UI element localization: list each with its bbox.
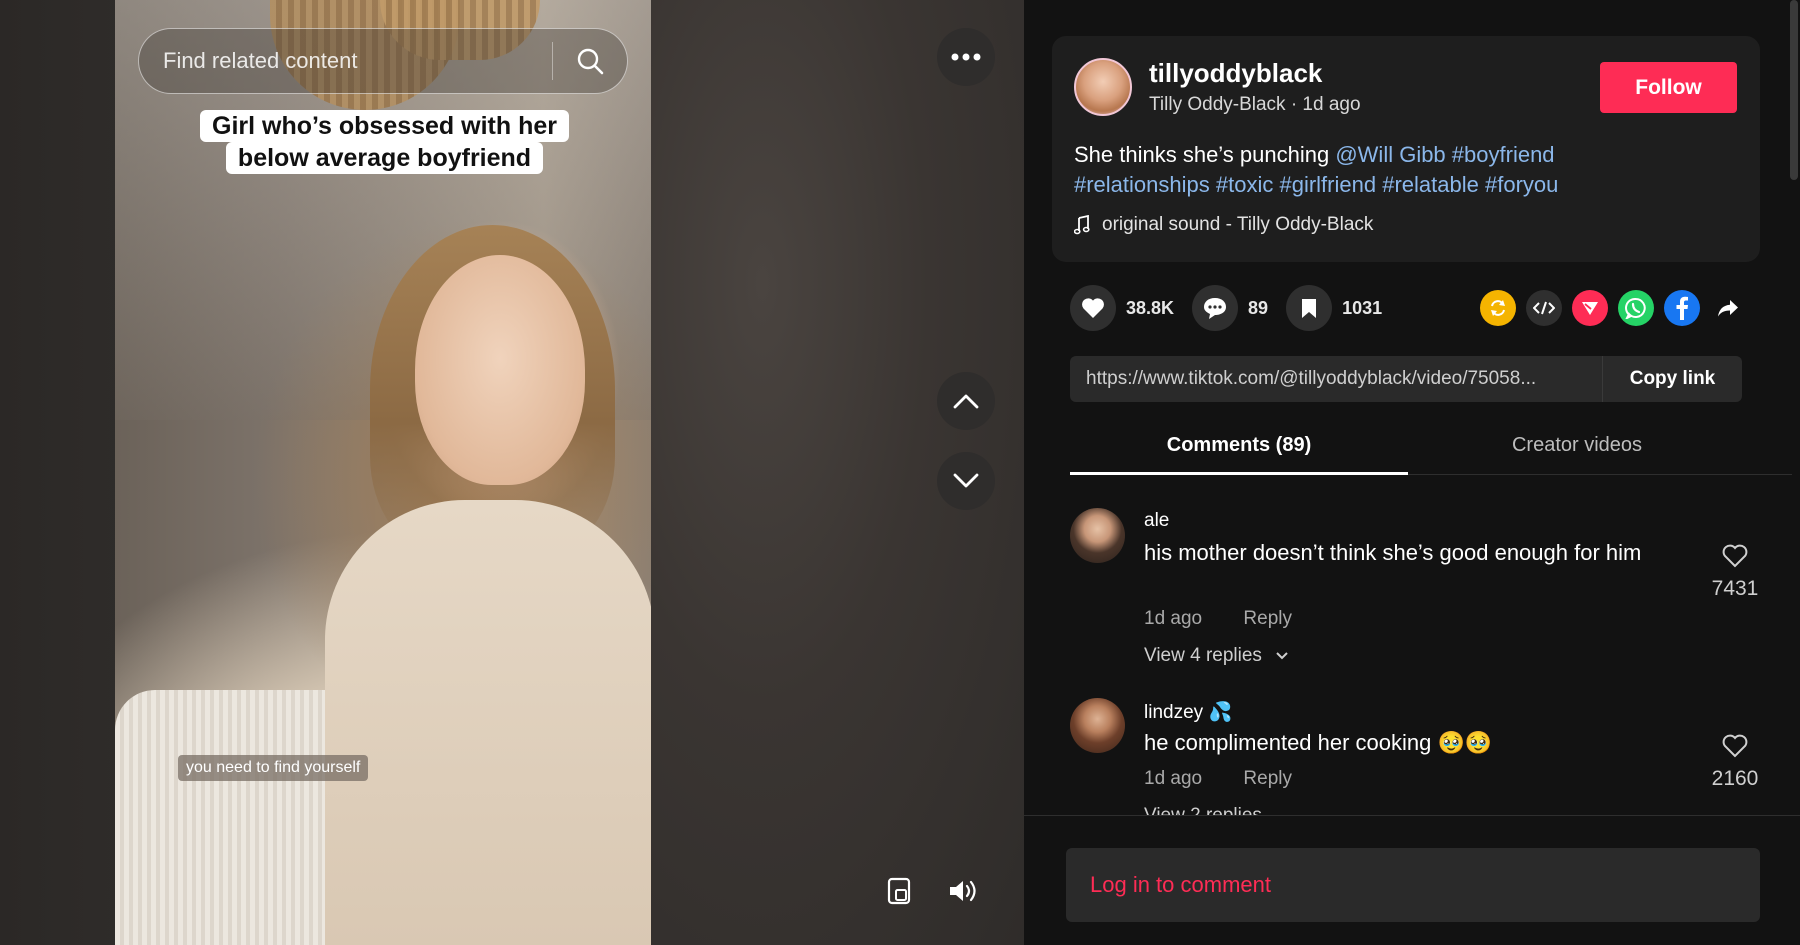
video-caption: Girl who’s obsessed with her below avera… bbox=[197, 110, 572, 174]
avatar[interactable] bbox=[1070, 698, 1125, 753]
share-link-row: https://www.tiktok.com/@tillyoddyblack/v… bbox=[1070, 356, 1742, 402]
send-to-friends-button[interactable] bbox=[1572, 290, 1608, 326]
copy-link-button[interactable]: Copy link bbox=[1602, 356, 1742, 402]
heart-icon bbox=[1082, 298, 1104, 318]
comment-time: 1d ago bbox=[1144, 608, 1203, 629]
view-replies-label: View 2 replies bbox=[1144, 805, 1262, 815]
comment-like-button[interactable]: 7431 bbox=[1706, 544, 1764, 601]
embed-icon bbox=[1533, 301, 1555, 315]
comment-count: 89 bbox=[1248, 297, 1269, 318]
share-link-text[interactable]: https://www.tiktok.com/@tillyoddyblack/v… bbox=[1070, 368, 1602, 390]
embed-button[interactable] bbox=[1526, 290, 1562, 326]
comment-item: ale his mother doesn’t think she’s good … bbox=[1070, 508, 1760, 678]
tab-comments[interactable]: Comments (89) bbox=[1070, 420, 1408, 475]
username-emoji: 💦 bbox=[1208, 702, 1233, 723]
previous-video-button[interactable] bbox=[937, 372, 995, 430]
volume-button[interactable] bbox=[941, 868, 987, 914]
post-info-card: tillyoddyblack Tilly Oddy-Black · 1d ago… bbox=[1052, 36, 1760, 262]
comment-text: his mother doesn’t think she’s good enou… bbox=[1144, 540, 1642, 565]
more-share-button[interactable] bbox=[1710, 290, 1746, 326]
reply-button[interactable]: Reply bbox=[1243, 768, 1292, 789]
comment-login-bar: Log in to comment bbox=[1024, 815, 1800, 945]
video-subtitle: you need to find yourself bbox=[178, 755, 369, 781]
follow-button[interactable]: Follow bbox=[1600, 62, 1737, 113]
hashtag-link[interactable]: #girlfriend bbox=[1279, 172, 1376, 197]
whatsapp-icon bbox=[1625, 297, 1646, 319]
avatar[interactable] bbox=[1070, 508, 1125, 563]
more-icon bbox=[951, 53, 981, 61]
music-link[interactable]: original sound - Tilly Oddy-Black bbox=[1074, 214, 1373, 236]
details-panel: tillyoddyblack Tilly Oddy-Black · 1d ago… bbox=[1024, 0, 1800, 945]
view-replies-label: View 4 replies bbox=[1144, 645, 1262, 666]
tab-creator-videos[interactable]: Creator videos bbox=[1408, 420, 1746, 474]
search-bar bbox=[138, 28, 628, 94]
bookmark-icon bbox=[1302, 299, 1317, 318]
comment-list: ale his mother doesn’t think she’s good … bbox=[1024, 500, 1800, 815]
post-description: She thinks she’s punching @Will Gibb #bo… bbox=[1074, 140, 1744, 200]
post-text: She thinks she’s punching bbox=[1074, 142, 1336, 167]
floating-player-button[interactable] bbox=[876, 868, 922, 914]
heart-outline-icon bbox=[1722, 734, 1748, 758]
music-note-icon bbox=[1074, 215, 1090, 235]
author-username[interactable]: tillyoddyblack bbox=[1149, 58, 1322, 89]
repost-icon bbox=[1491, 300, 1505, 316]
save-count: 1031 bbox=[1342, 297, 1383, 318]
chevron-down-icon bbox=[953, 473, 979, 488]
author-avatar[interactable] bbox=[1074, 58, 1132, 116]
view-replies-button[interactable]: View 4 replies bbox=[1144, 645, 1289, 667]
floating-player-icon bbox=[887, 877, 911, 905]
comment-text: he complimented her cooking 🥹🥹 bbox=[1144, 730, 1493, 755]
comment-like-count: 2160 bbox=[1711, 767, 1759, 790]
hashtag-link[interactable]: #relationships bbox=[1074, 172, 1210, 197]
whatsapp-share-button[interactable] bbox=[1618, 290, 1654, 326]
search-input[interactable] bbox=[139, 29, 552, 93]
panel-tabs: Comments (89) Creator videos bbox=[1070, 420, 1792, 475]
mention-link[interactable]: @Will Gibb bbox=[1335, 142, 1445, 167]
chevron-down-icon bbox=[1276, 652, 1288, 660]
send-icon bbox=[1582, 302, 1598, 315]
facebook-icon bbox=[1676, 296, 1688, 320]
hashtag-link[interactable]: #foryou bbox=[1485, 172, 1558, 197]
action-bar: 38.8K 89 1031 bbox=[1070, 285, 1400, 331]
caption-line-2: below average boyfriend bbox=[225, 142, 544, 174]
reply-button[interactable]: Reply bbox=[1243, 608, 1292, 629]
hashtag-link[interactable]: #relatable bbox=[1382, 172, 1479, 197]
facebook-share-button[interactable] bbox=[1664, 290, 1700, 326]
panel-scrollbar[interactable] bbox=[1790, 0, 1798, 180]
search-icon bbox=[577, 48, 604, 75]
author-display-line: Tilly Oddy-Black · 1d ago bbox=[1149, 94, 1361, 115]
save-button[interactable]: 1031 bbox=[1286, 285, 1382, 331]
repost-button[interactable] bbox=[1480, 290, 1516, 326]
comment-username[interactable]: lindzey 💦 bbox=[1144, 700, 1232, 724]
chevron-up-icon bbox=[953, 394, 979, 409]
comment-like-count: 7431 bbox=[1711, 577, 1759, 600]
caption-line-1: Girl who’s obsessed with her bbox=[200, 110, 569, 142]
volume-icon bbox=[950, 880, 976, 902]
login-to-comment-button[interactable]: Log in to comment bbox=[1066, 848, 1760, 922]
more-options-button[interactable] bbox=[937, 28, 995, 86]
video-stage: Girl who’s obsessed with her below avera… bbox=[0, 0, 1024, 945]
music-title: original sound - Tilly Oddy-Black bbox=[1102, 214, 1374, 235]
comment-icon bbox=[1204, 298, 1227, 319]
comment-like-button[interactable]: 2160 bbox=[1706, 734, 1764, 791]
hashtag-link[interactable]: #toxic bbox=[1216, 172, 1273, 197]
comment-meta: 1d ago Reply bbox=[1144, 608, 1292, 630]
comment-button[interactable]: 89 bbox=[1192, 285, 1268, 331]
search-button[interactable] bbox=[553, 29, 627, 93]
heart-outline-icon bbox=[1722, 544, 1748, 568]
hashtag-link[interactable]: #boyfriend bbox=[1452, 142, 1555, 167]
share-icons bbox=[1480, 290, 1746, 326]
share-arrow-icon bbox=[1718, 300, 1738, 317]
next-video-button[interactable] bbox=[937, 452, 995, 510]
like-count: 38.8K bbox=[1126, 297, 1175, 318]
comment-username[interactable]: ale bbox=[1144, 510, 1169, 532]
comment-time: 1d ago bbox=[1144, 768, 1203, 789]
view-replies-button[interactable]: View 2 replies bbox=[1144, 805, 1262, 815]
comment-item: lindzey 💦 he complimented her cooking 🥹🥹… bbox=[1070, 698, 1760, 815]
like-button[interactable]: 38.8K bbox=[1070, 285, 1174, 331]
person-face bbox=[415, 255, 585, 485]
comment-meta: 1d ago Reply bbox=[1144, 768, 1292, 790]
